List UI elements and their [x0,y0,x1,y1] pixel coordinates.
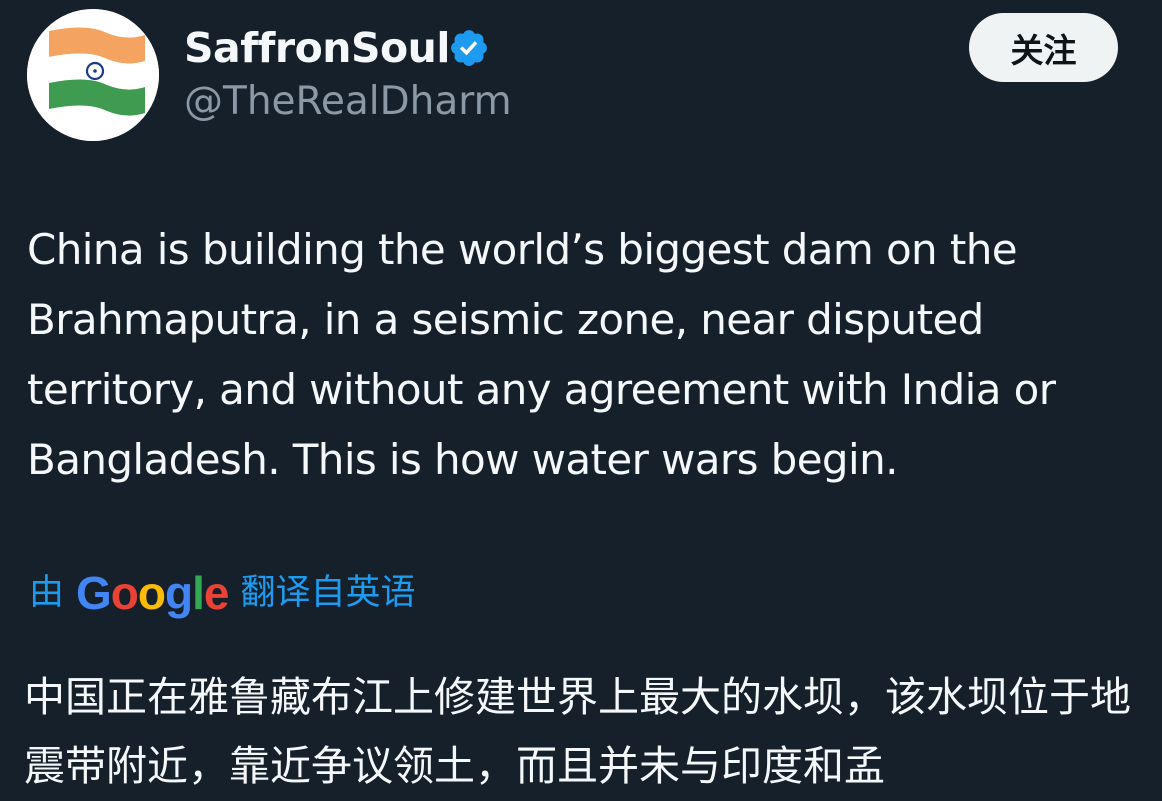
google-letter-e: e [203,567,230,619]
google-letter-o2: o [137,567,166,619]
google-letter-o1: o [110,567,139,619]
google-letter-l: l [192,567,205,619]
author-handle[interactable]: @TheRealDharm [184,78,512,126]
verified-badge-icon [451,30,487,66]
follow-button[interactable]: 关注 [969,13,1118,82]
translation-prefix: 由 [29,573,65,613]
translation-suffix: 翻译自英语 [240,573,416,613]
translated-by-google[interactable]: 由 Google 翻译自英语 [29,565,416,621]
google-letter-g: G [76,567,112,619]
avatar[interactable] [27,9,159,141]
google-logo: Google [76,565,230,621]
india-flag-icon [27,9,159,141]
author-display-name[interactable]: SaffronSoul [184,22,450,74]
google-letter-g2: g [165,567,193,619]
translated-tweet-text: 中国正在雅鲁藏布江上修建世界上最大的水坝，该水坝位于地震带附近，靠近争议领土，而… [24,673,1131,790]
tweet-text: China is building the world’s biggest da… [27,225,1056,484]
